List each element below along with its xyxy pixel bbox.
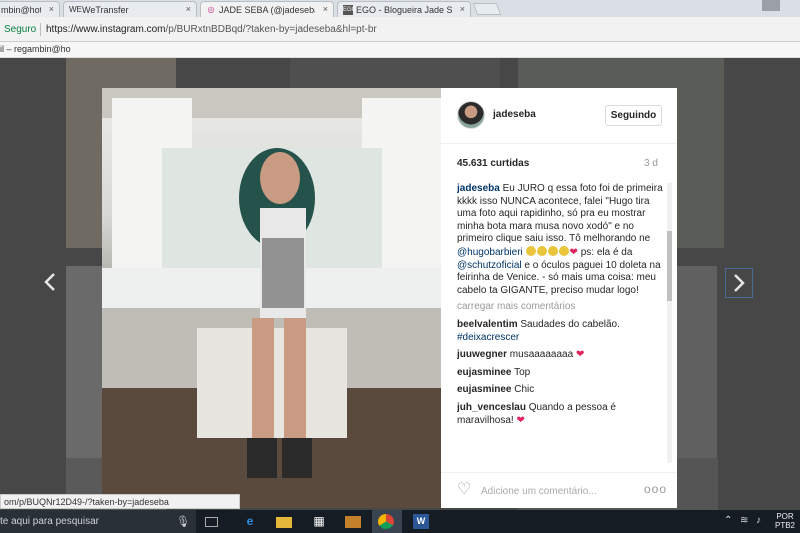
grin-emoji-icon bbox=[525, 245, 536, 256]
caption-text: ps: ela é da bbox=[580, 246, 633, 258]
keyboard-layout: PTB2 bbox=[774, 521, 795, 530]
following-button[interactable]: Seguindo bbox=[605, 105, 662, 126]
tab-label: mbin@hotm bbox=[1, 5, 41, 15]
secure-label[interactable]: Seguro bbox=[4, 24, 36, 35]
comment-user[interactable]: eujasminee bbox=[457, 384, 511, 395]
background-post-thumbnail bbox=[677, 266, 717, 476]
background-post-thumbnail bbox=[290, 58, 500, 88]
word-icon[interactable]: W bbox=[413, 514, 429, 529]
chevron-left-icon[interactable] bbox=[44, 272, 56, 296]
post-header: jadeseba Seguindo bbox=[441, 88, 677, 144]
comment-user[interactable]: beelvalentim bbox=[457, 319, 518, 330]
comment-text: Top bbox=[514, 366, 531, 378]
scrollbar-thumb[interactable] bbox=[667, 231, 672, 301]
tab-email[interactable]: mbin@hotm × bbox=[0, 1, 60, 17]
taskbar-search-box[interactable]: te aqui para pesquisar 🎙 bbox=[0, 510, 196, 533]
address-separator bbox=[40, 23, 41, 36]
bookmark-item[interactable]: il – regambin@ho bbox=[0, 44, 71, 54]
heart-emoji-icon: ❤ bbox=[516, 414, 525, 426]
close-icon[interactable]: × bbox=[323, 4, 328, 14]
comment-text: Chic bbox=[514, 384, 535, 396]
ego-icon: EGO bbox=[343, 5, 357, 15]
bookmarks-bar: il – regambin@ho bbox=[0, 42, 800, 58]
heart-emoji-icon: ❤ bbox=[569, 246, 578, 258]
close-icon[interactable]: × bbox=[186, 4, 191, 14]
edge-browser-icon[interactable]: e bbox=[242, 514, 258, 529]
language-indicator[interactable]: POR PTB2 bbox=[774, 512, 796, 530]
caption-author[interactable]: jadeseba bbox=[457, 183, 500, 194]
photo-illustration bbox=[102, 88, 441, 508]
hashtag-link[interactable]: #deixacrescer bbox=[457, 332, 519, 343]
address-bar: Seguro https://www.instagram.com/p/BURxt… bbox=[0, 17, 800, 42]
media-player-icon[interactable] bbox=[345, 516, 361, 528]
profile-button[interactable] bbox=[762, 0, 780, 11]
tab-wetransfer[interactable]: WE WeTransfer × bbox=[63, 1, 197, 17]
chrome-icon[interactable] bbox=[378, 514, 394, 529]
wetransfer-icon: WE bbox=[69, 5, 82, 14]
add-comment-bar: ♡ ooo bbox=[441, 472, 677, 508]
comment-item: eujasminee Top bbox=[457, 367, 667, 380]
comment-text: Saudades do cabelão. bbox=[520, 318, 620, 330]
store-icon[interactable]: ▦ bbox=[311, 514, 327, 529]
link-preview-status: om/p/BUQNr12D49-/?taken-by=jadeseba bbox=[0, 494, 240, 509]
comments-list[interactable]: jadeseba Eu JURO q essa foto foi de prim… bbox=[457, 183, 667, 463]
grin-emoji-icon bbox=[547, 245, 558, 256]
post-age[interactable]: 3 d bbox=[644, 158, 658, 169]
comment-item: juh_venceslau Quando a pessoa é maravilh… bbox=[457, 402, 667, 427]
comments-scrollbar[interactable] bbox=[667, 183, 672, 463]
close-icon[interactable]: × bbox=[49, 4, 54, 14]
caption: jadeseba Eu JURO q essa foto foi de prim… bbox=[457, 183, 667, 297]
tab-instagram[interactable]: ◎ JADE SEBA (@jadeseba) × bbox=[200, 1, 334, 17]
network-icon[interactable]: ≋ bbox=[740, 515, 748, 526]
language-code: POR bbox=[776, 512, 794, 521]
close-icon[interactable]: × bbox=[460, 4, 465, 14]
url-path: /p/BURxtnBDBqd/?taken-by=jadeseba&hl=pt-… bbox=[165, 24, 377, 35]
tab-strip: mbin@hotm × WE WeTransfer × ◎ JADE SEBA … bbox=[0, 0, 800, 17]
task-view-icon[interactable] bbox=[205, 517, 218, 527]
load-more-comments-link[interactable]: carregar mais comentários bbox=[457, 301, 667, 314]
new-tab-button[interactable] bbox=[472, 3, 502, 15]
file-explorer-icon[interactable] bbox=[276, 517, 292, 528]
tab-ego[interactable]: EGO EGO - Blogueira Jade Se × bbox=[337, 1, 471, 17]
heart-outline-icon[interactable]: ♡ bbox=[457, 482, 471, 498]
comment-item: juuwegner musaaaaaaaa ❤ bbox=[457, 349, 667, 362]
grin-emoji-icon bbox=[558, 245, 569, 256]
post-photo[interactable] bbox=[102, 88, 441, 508]
heart-emoji-icon: ❤ bbox=[575, 349, 585, 361]
post-details-panel: jadeseba Seguindo 45.631 curtidas 3 d ja… bbox=[441, 88, 677, 508]
search-placeholder: te aqui para pesquisar bbox=[0, 516, 99, 527]
tab-label: WeTransfer bbox=[82, 5, 129, 15]
tab-label: JADE SEBA (@jadeseba) bbox=[219, 5, 315, 15]
mention-link[interactable]: @schutzoficial bbox=[457, 260, 522, 271]
instagram-icon: ◎ bbox=[207, 5, 215, 14]
comment-user[interactable]: eujasminee bbox=[457, 367, 511, 378]
more-options-icon[interactable]: ooo bbox=[644, 482, 667, 496]
chevron-up-icon[interactable]: ⌃ bbox=[724, 515, 732, 526]
url-host: https://www.instagram.com bbox=[46, 24, 166, 35]
comment-user[interactable]: juuwegner bbox=[457, 349, 507, 360]
windows-taskbar: te aqui para pesquisar 🎙 e ▦ W ⌃ ≋ ♪ POR… bbox=[0, 510, 800, 533]
avatar[interactable] bbox=[457, 101, 485, 129]
volume-icon[interactable]: ♪ bbox=[756, 515, 761, 526]
comment-item: eujasminee Chic bbox=[457, 384, 667, 397]
mention-link[interactable]: @hugobarbieri bbox=[457, 247, 523, 258]
comment-item: beelvalentim Saudades do cabelão. #deixa… bbox=[457, 319, 667, 344]
comment-text: musaaaaaaaa bbox=[509, 349, 574, 361]
comment-user[interactable]: juh_venceslau bbox=[457, 402, 526, 413]
likes-count[interactable]: 45.631 curtidas bbox=[457, 158, 529, 169]
username-link[interactable]: jadeseba bbox=[493, 109, 536, 120]
url-field[interactable]: https://www.instagram.com/p/BURxtnBDBqd/… bbox=[46, 24, 377, 35]
grin-emoji-icon bbox=[536, 245, 547, 256]
comment-input[interactable] bbox=[481, 484, 631, 498]
tab-label: EGO - Blogueira Jade Se bbox=[356, 5, 452, 15]
chevron-right-icon[interactable] bbox=[725, 268, 753, 298]
microphone-icon[interactable]: 🎙 bbox=[176, 515, 190, 528]
